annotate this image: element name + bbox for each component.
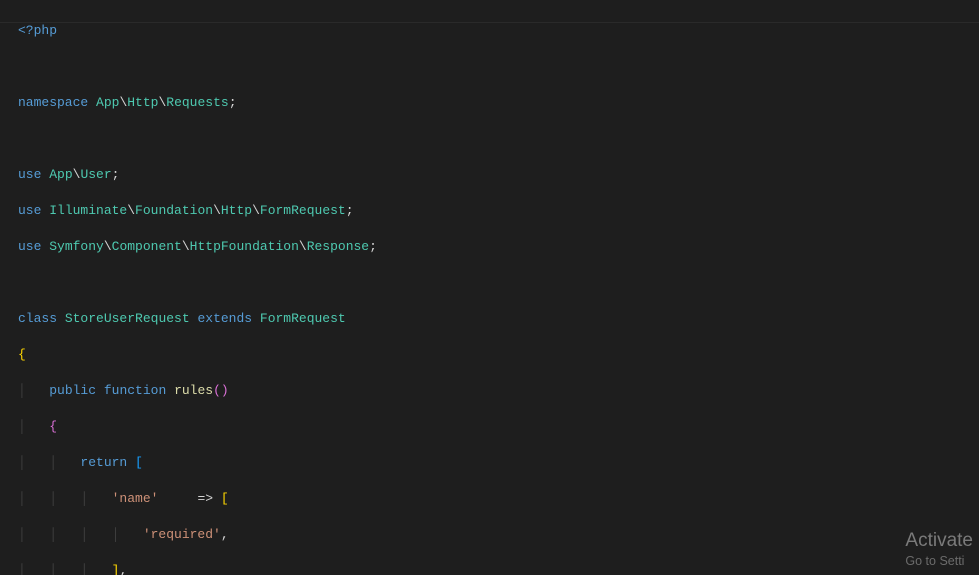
ns-part: Illuminate xyxy=(49,203,127,218)
ns-part: User xyxy=(80,167,111,182)
code-line: │ │ return [ xyxy=(18,454,979,472)
ns-part: Component xyxy=(112,239,182,254)
blank-line xyxy=(18,58,979,76)
keyword-public: public xyxy=(49,383,96,398)
code-line: { xyxy=(18,346,979,364)
semicolon: ; xyxy=(229,95,237,110)
code-line: │ │ │ │ 'required', xyxy=(18,526,979,544)
backslash: \ xyxy=(104,239,112,254)
brace-open: { xyxy=(18,347,26,362)
paren-close: ) xyxy=(221,383,229,398)
keyword-extends: extends xyxy=(197,311,252,326)
ns-part: App xyxy=(96,95,119,110)
string-value: 'required' xyxy=(143,527,221,542)
code-line: │ { xyxy=(18,418,979,436)
semicolon: ; xyxy=(346,203,354,218)
brace-open: { xyxy=(49,419,57,434)
blank-line xyxy=(18,130,979,148)
comma: , xyxy=(221,527,229,542)
code-line: │ │ │ 'name' => [ xyxy=(18,490,979,508)
keyword-use: use xyxy=(18,203,41,218)
ns-part: Http xyxy=(221,203,252,218)
string-key: 'name' xyxy=(112,491,159,506)
php-open-tag: <?php xyxy=(18,23,57,38)
backslash: \ xyxy=(127,203,135,218)
code-line: <?php xyxy=(18,22,979,40)
ns-part: Symfony xyxy=(49,239,104,254)
bracket-open: [ xyxy=(221,491,229,506)
code-line: │ public function rules() xyxy=(18,382,979,400)
code-line: │ │ │ ], xyxy=(18,562,979,575)
semicolon: ; xyxy=(369,239,377,254)
blank-line xyxy=(18,274,979,292)
ns-part: HttpFoundation xyxy=(190,239,299,254)
ns-part: Response xyxy=(307,239,369,254)
comma: , xyxy=(119,563,127,575)
code-line: use Symfony\Component\HttpFoundation\Res… xyxy=(18,238,979,256)
ns-part: Foundation xyxy=(135,203,213,218)
code-line: class StoreUserRequest extends FormReque… xyxy=(18,310,979,328)
backslash: \ xyxy=(213,203,221,218)
backslash: \ xyxy=(252,203,260,218)
ns-part: FormRequest xyxy=(260,203,346,218)
keyword-use: use xyxy=(18,239,41,254)
keyword-namespace: namespace xyxy=(18,95,88,110)
class-name: FormRequest xyxy=(260,311,346,326)
backslash: \ xyxy=(299,239,307,254)
backslash: \ xyxy=(182,239,190,254)
ns-part: App xyxy=(49,167,72,182)
keyword-return: return xyxy=(80,455,127,470)
function-name: rules xyxy=(174,383,213,398)
ns-part: Requests xyxy=(166,95,228,110)
code-line: namespace App\Http\Requests; xyxy=(18,94,979,112)
class-name: StoreUserRequest xyxy=(65,311,190,326)
code-line: use Illuminate\Foundation\Http\FormReque… xyxy=(18,202,979,220)
keyword-class: class xyxy=(18,311,57,326)
semicolon: ; xyxy=(112,167,120,182)
paren-open: ( xyxy=(213,383,221,398)
arrow: => xyxy=(197,491,213,506)
bracket-open: [ xyxy=(135,455,143,470)
keyword-use: use xyxy=(18,167,41,182)
code-line: use App\User; xyxy=(18,166,979,184)
keyword-function: function xyxy=(104,383,166,398)
editor-divider xyxy=(0,22,979,23)
ns-part: Http xyxy=(127,95,158,110)
code-editor[interactable]: <?php namespace App\Http\Requests; use A… xyxy=(0,0,979,575)
